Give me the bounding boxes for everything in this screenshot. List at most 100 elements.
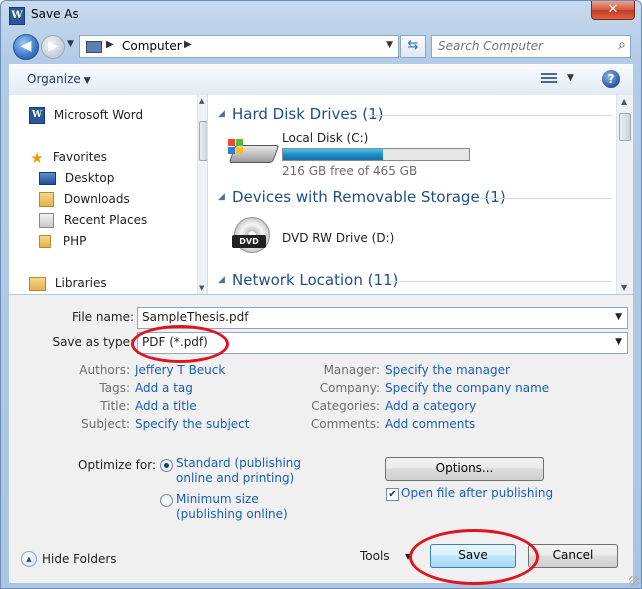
organize-button[interactable]: Organize ▼ bbox=[27, 72, 91, 86]
address-dropdown-icon[interactable]: ▼ bbox=[386, 40, 393, 50]
group-header-network-location[interactable]: ◢ Network Location (11) bbox=[208, 270, 618, 292]
save-as-type-value: PDF (*.pdf) bbox=[142, 335, 208, 349]
libraries-icon bbox=[29, 276, 46, 291]
resize-grip-icon[interactable] bbox=[629, 576, 639, 586]
optimize-standard-radio[interactable] bbox=[160, 459, 173, 472]
nav-item-label: PHP bbox=[62, 234, 87, 248]
breadcrumb-computer[interactable]: Computer bbox=[122, 39, 182, 53]
save-options-panel: File name: SampleThesis.pdf ▼ Save as ty… bbox=[9, 295, 633, 583]
nav-item-favorites[interactable]: ★ Favorites bbox=[29, 147, 107, 167]
collapse-triangle-icon[interactable]: ◢ bbox=[218, 275, 225, 285]
group-header-removable-storage[interactable]: ◢ Devices with Removable Storage (1) bbox=[208, 187, 618, 209]
company-label: Company: bbox=[319, 381, 380, 395]
collapse-triangle-icon[interactable]: ◢ bbox=[218, 192, 225, 202]
nav-item-libraries[interactable]: Libraries bbox=[29, 273, 107, 293]
drive-dvd-rw-d[interactable]: DVD DVD RW Drive (D:) bbox=[228, 215, 528, 259]
optimize-minimum-label[interactable]: Minimum size (publishing online) bbox=[176, 492, 288, 522]
folder-icon bbox=[39, 235, 51, 248]
categories-value[interactable]: Add a category bbox=[385, 399, 476, 413]
drive-usage-bar bbox=[282, 148, 470, 161]
nav-item-recent-places[interactable]: Recent Places bbox=[39, 210, 147, 230]
file-name-label: File name: bbox=[72, 310, 134, 324]
forward-button[interactable]: ▶ bbox=[41, 35, 65, 59]
open-after-publishing-label[interactable]: Open file after publishing bbox=[401, 486, 553, 500]
recent-pages-dropdown-icon[interactable]: ▼ bbox=[67, 39, 74, 49]
word-icon: W bbox=[29, 107, 45, 124]
optimize-standard-label[interactable]: Standard (publishing online and printing) bbox=[176, 456, 301, 486]
manager-value[interactable]: Specify the manager bbox=[385, 363, 510, 377]
authors-value[interactable]: Jeffery T Beuck bbox=[135, 363, 225, 377]
chevron-down-icon: ▼ bbox=[405, 552, 412, 561]
scroll-up-icon[interactable]: ▲ bbox=[199, 97, 204, 105]
scrollbar-thumb[interactable] bbox=[199, 121, 207, 161]
save-as-type-select[interactable]: PDF (*.pdf) ▼ bbox=[137, 332, 628, 354]
tools-menu-button[interactable]: Tools ▼ bbox=[354, 548, 416, 568]
save-as-type-label: Save as type: bbox=[52, 335, 134, 349]
search-input[interactable] bbox=[432, 36, 608, 55]
group-divider bbox=[480, 198, 612, 199]
file-name-field[interactable]: SampleThesis.pdf ▼ bbox=[137, 307, 628, 329]
nav-item-microsoft-word[interactable]: W Microsoft Word bbox=[29, 105, 143, 125]
hide-folders-label: Hide Folders bbox=[42, 552, 117, 566]
comments-value[interactable]: Add comments bbox=[385, 417, 475, 431]
star-icon: ★ bbox=[30, 148, 44, 167]
group-header-label: Hard Disk Drives (1) bbox=[232, 105, 384, 123]
navigation-pane: W Microsoft Word ★ Favorites Desktop Dow… bbox=[9, 95, 208, 294]
collapse-triangle-icon[interactable]: ◢ bbox=[218, 109, 225, 119]
subject-label: Subject: bbox=[81, 417, 130, 431]
scroll-down-icon[interactable]: ▼ bbox=[199, 284, 204, 292]
chevron-down-icon: ▼ bbox=[83, 76, 91, 86]
group-header-label: Devices with Removable Storage (1) bbox=[232, 188, 506, 206]
group-header-hard-disk-drives[interactable]: ◢ Hard Disk Drives (1) bbox=[208, 104, 618, 126]
recent-places-icon bbox=[39, 213, 54, 228]
chevron-right-icon[interactable]: ▶ bbox=[106, 39, 114, 50]
optimize-for-label: Optimize for: bbox=[78, 458, 156, 472]
search-icon[interactable]: ⌕ bbox=[618, 37, 626, 53]
save-as-dialog: W Save As ✕ ◀ ▶ ▼ ▶ Computer ▶ ▼ ⇆ ⌕ Org… bbox=[0, 0, 642, 589]
window-title: Save As bbox=[31, 7, 79, 21]
scroll-down-icon[interactable]: ▼ bbox=[621, 283, 627, 292]
drive-name: DVD RW Drive (D:) bbox=[282, 231, 395, 245]
search-box[interactable]: ⌕ bbox=[431, 35, 631, 58]
title-bar: W Save As ✕ bbox=[1, 1, 641, 29]
nav-item-desktop[interactable]: Desktop bbox=[39, 168, 114, 188]
optimize-minimum-radio[interactable] bbox=[160, 494, 173, 507]
nav-item-php[interactable]: PHP bbox=[39, 231, 86, 251]
company-value[interactable]: Specify the company name bbox=[385, 381, 549, 395]
chevron-down-icon[interactable]: ▼ bbox=[615, 337, 622, 347]
address-bar[interactable]: ▶ Computer ▶ ▼ bbox=[79, 35, 399, 58]
file-name-value[interactable]: SampleThesis.pdf bbox=[142, 310, 248, 324]
scroll-up-icon[interactable]: ▲ bbox=[621, 97, 627, 106]
subject-value[interactable]: Specify the subject bbox=[135, 417, 249, 431]
dvd-drive-icon: DVD bbox=[228, 215, 276, 255]
chevron-right-icon[interactable]: ▶ bbox=[184, 39, 192, 50]
tags-value[interactable]: Add a tag bbox=[135, 381, 193, 395]
save-button[interactable]: Save bbox=[430, 544, 516, 568]
back-button[interactable]: ◀ bbox=[13, 34, 39, 60]
nav-pane-scrollbar[interactable]: ▲ ▼ bbox=[197, 95, 207, 294]
manager-label: Manager: bbox=[323, 363, 380, 377]
nav-item-label: Libraries bbox=[54, 276, 107, 290]
view-options-dropdown-icon[interactable]: ▼ bbox=[567, 73, 574, 83]
nav-item-downloads[interactable]: Downloads bbox=[39, 189, 130, 209]
title-value[interactable]: Add a title bbox=[135, 399, 197, 413]
drive-usage-fill bbox=[283, 149, 384, 160]
close-button[interactable]: ✕ bbox=[591, 1, 635, 20]
help-icon[interactable]: ? bbox=[602, 70, 620, 88]
group-divider bbox=[368, 115, 612, 116]
drive-name: Local Disk (C:) bbox=[282, 131, 369, 145]
tools-label: Tools bbox=[360, 549, 390, 563]
refresh-button[interactable]: ⇆ bbox=[400, 35, 426, 58]
nav-item-label: Recent Places bbox=[63, 213, 148, 227]
scrollbar-thumb[interactable] bbox=[619, 113, 631, 141]
chevron-down-icon[interactable]: ▼ bbox=[615, 312, 622, 322]
chevron-up-icon: ▲ bbox=[21, 551, 37, 567]
cancel-button[interactable]: Cancel bbox=[528, 544, 618, 568]
open-after-publishing-checkbox[interactable]: ✔ bbox=[386, 488, 399, 501]
change-view-icon[interactable] bbox=[541, 71, 557, 87]
organize-label: Organize bbox=[27, 72, 81, 86]
drive-local-disk-c[interactable]: Local Disk (C:) 216 GB free of 465 GB bbox=[228, 131, 528, 179]
options-button[interactable]: Options... bbox=[385, 457, 544, 481]
word-app-icon: W bbox=[9, 7, 25, 25]
content-scrollbar[interactable]: ▲ ▼ bbox=[616, 95, 633, 294]
